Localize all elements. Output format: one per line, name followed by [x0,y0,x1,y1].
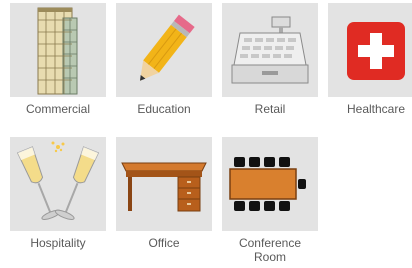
champagne-toast-icon [16,141,100,220]
category-hospitality[interactable]: Hospitality [10,137,106,250]
category-label: Office [148,236,180,250]
category-healthcare[interactable]: Healthcare [328,3,412,116]
category-image [116,137,212,231]
desk-icon [121,162,207,212]
category-label: Hospitality [30,236,86,250]
medical-cross-icon [347,22,405,80]
category-commercial[interactable]: Commercial [10,3,106,116]
category-label: Commercial [25,102,90,116]
category-label: Education [137,102,191,116]
cash-register-icon [231,16,309,84]
category-image [328,3,412,97]
category-image [116,3,212,97]
pencil-icon [139,14,195,81]
category-office[interactable]: Office [116,137,212,250]
category-label: Healthcare [346,102,406,116]
category-label: Conference Room [238,236,302,264]
category-image [222,137,318,231]
category-label: Retail [254,102,286,116]
category-retail[interactable]: Retail [222,3,318,116]
office-building-icon [37,7,78,95]
category-conference-room[interactable]: Conference Room [222,137,318,264]
category-image [222,3,318,97]
category-education[interactable]: Education [116,3,212,116]
category-image [10,137,106,231]
conference-table-icon [229,157,306,211]
category-image [10,3,106,97]
